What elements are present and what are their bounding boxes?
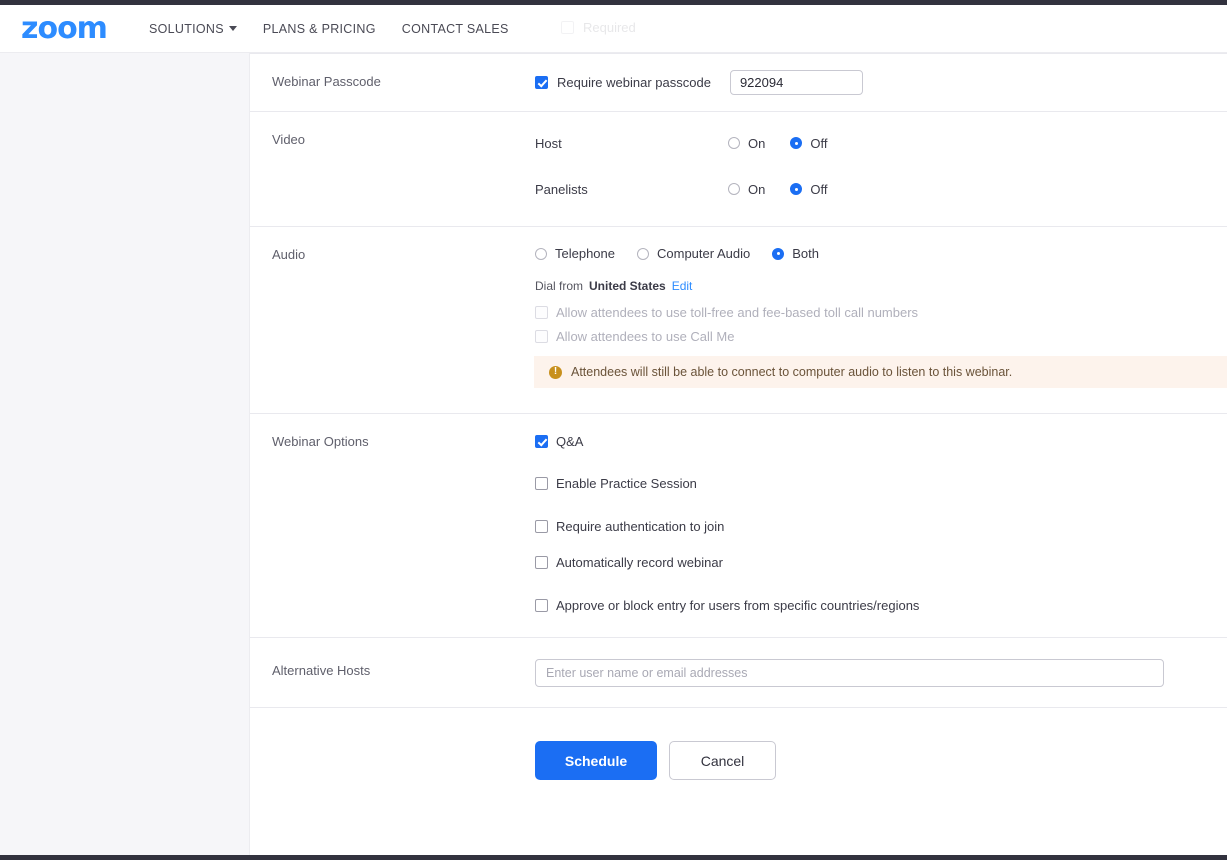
cancel-button[interactable]: Cancel (669, 741, 776, 780)
webinar-option-practice-session[interactable]: Enable Practice Session (535, 476, 1227, 491)
audio-type-choices: Telephone Computer Audio Both (535, 246, 1227, 261)
radio-icon[interactable] (637, 247, 649, 260)
video-panelists-choices: On Off (728, 182, 827, 197)
left-sidebar (0, 53, 250, 855)
dial-from-country: United States (589, 279, 666, 293)
nav-item-plans-pricing-label: PLANS & PRICING (262, 21, 376, 36)
main-content: Webinar Passcode Require webinar passcod… (250, 53, 1227, 855)
allow-toll-free-label: Allow attendees to use toll-free and fee… (556, 305, 919, 320)
checkbox-icon (535, 330, 548, 343)
radio-icon[interactable] (790, 137, 803, 149)
zoom-logo[interactable]: zoom (21, 13, 108, 44)
radio-icon[interactable] (790, 183, 803, 195)
webinar-option-require-authentication-label: Require authentication to join (556, 519, 725, 534)
audio-sub-options: Allow attendees to use toll-free and fee… (535, 305, 1227, 344)
primary-nav: SOLUTIONS PLANS & PRICING CONTACT SALES (149, 22, 509, 36)
nav-item-solutions[interactable]: SOLUTIONS (149, 22, 237, 36)
nav-item-solutions-label: SOLUTIONS (148, 21, 224, 36)
checkbox-icon[interactable] (535, 435, 548, 448)
browser-chrome-bottom-bar (0, 855, 1227, 860)
section-label-webinar-passcode: Webinar Passcode (272, 74, 381, 89)
schedule-button[interactable]: Schedule (535, 741, 657, 780)
passcode-control-row: Require webinar passcode (535, 70, 1227, 95)
webinar-option-practice-session-label: Enable Practice Session (556, 476, 697, 491)
video-panelists-off-option[interactable]: Off (790, 182, 827, 197)
alternative-hosts-body (535, 638, 1227, 707)
dial-from-prefix: Dial from (535, 279, 584, 293)
audio-notice-text: Attendees will still be able to connect … (571, 365, 1013, 379)
checkbox-icon[interactable] (535, 599, 548, 612)
warning-icon (549, 365, 562, 379)
video-body: Host On Off Panelists On Off (535, 112, 1227, 216)
video-host-off-label: Off (810, 135, 828, 151)
audio-option-computer-audio-label: Computer Audio (657, 246, 751, 261)
webinar-option-qa-label: Q&A (556, 434, 584, 449)
checkbox-icon[interactable] (535, 556, 548, 569)
webinar-option-approve-block-countries[interactable]: Approve or block entry for users from sp… (535, 598, 1227, 613)
video-panelists-on-label: On (748, 181, 766, 197)
webinar-option-require-authentication[interactable]: Require authentication to join (535, 519, 1227, 534)
video-panelists-label: Panelists (535, 181, 588, 197)
webinar-option-qa[interactable]: Q&A (535, 434, 1227, 449)
chevron-down-icon (228, 26, 237, 31)
nav-item-contact-sales-label: CONTACT SALES (401, 21, 509, 36)
video-host-off-option[interactable]: Off (790, 136, 827, 151)
allow-toll-free-option: Allow attendees to use toll-free and fee… (535, 305, 1227, 320)
audio-notice-banner: Attendees will still be able to connect … (534, 356, 1227, 388)
section-label-alternative-hosts: Alternative Hosts (272, 663, 371, 678)
site-header: zoom SOLUTIONS PLANS & PRICING CONTACT S… (0, 5, 1227, 53)
audio-option-both-label: Both (792, 246, 819, 261)
video-host-choices: On Off (728, 136, 827, 151)
dial-from-row: Dial from United States Edit (535, 279, 1227, 293)
audio-option-telephone[interactable]: Telephone (535, 246, 615, 261)
nav-item-contact-sales[interactable]: CONTACT SALES (402, 22, 509, 36)
radio-icon[interactable] (535, 247, 547, 260)
audio-option-telephone-label: Telephone (555, 246, 615, 261)
audio-option-computer-audio[interactable]: Computer Audio (637, 246, 750, 261)
webinar-options-body: Q&A Enable Practice Session Require auth… (535, 414, 1227, 637)
video-panelists-on-option[interactable]: On (728, 182, 765, 197)
video-row-host: Host On Off (535, 132, 1227, 154)
allow-call-me-option: Allow attendees to use Call Me (535, 329, 1227, 344)
video-panelists-off-label: Off (810, 181, 828, 197)
radio-icon[interactable] (728, 183, 740, 195)
alternative-hosts-input[interactable] (535, 659, 1164, 687)
actions-label-spacer (272, 708, 535, 800)
video-host-on-label: On (748, 135, 766, 151)
radio-icon[interactable] (772, 247, 785, 260)
section-webinar-passcode: Webinar Passcode Require webinar passcod… (250, 53, 1227, 111)
section-label-audio: Audio (272, 247, 306, 262)
webinar-option-approve-block-countries-label: Approve or block entry for users from sp… (556, 598, 920, 613)
video-host-label: Host (535, 135, 562, 151)
section-audio: Audio Telephone Computer Audio Both Dial… (250, 226, 1227, 413)
actions-body: Schedule Cancel (535, 708, 1227, 800)
require-webinar-passcode-label: Require webinar passcode (557, 75, 711, 90)
audio-body: Telephone Computer Audio Both Dial from … (534, 227, 1227, 413)
checkbox-icon[interactable] (535, 477, 548, 490)
checkbox-icon[interactable] (535, 520, 548, 533)
webinar-passcode-input[interactable] (729, 70, 863, 95)
form-action-buttons: Schedule Cancel (535, 708, 1227, 800)
webinar-passcode-body: Require webinar passcode (535, 54, 1227, 111)
section-video: Video Host On Off Panelists On Off (250, 111, 1227, 226)
dial-from-edit-link[interactable]: Edit (672, 279, 693, 293)
webinar-option-auto-record[interactable]: Automatically record webinar (535, 555, 1227, 570)
video-host-on-option[interactable]: On (728, 136, 765, 151)
allow-call-me-label: Allow attendees to use Call Me (556, 329, 735, 344)
section-label-video: Video (272, 132, 306, 147)
require-webinar-passcode-checkbox[interactable] (535, 76, 548, 89)
radio-icon[interactable] (728, 137, 740, 149)
webinar-option-auto-record-label: Automatically record webinar (556, 555, 723, 570)
nav-item-plans-pricing[interactable]: PLANS & PRICING (263, 22, 376, 36)
checkbox-icon (535, 306, 548, 319)
video-row-panelists: Panelists On Off (535, 178, 1227, 200)
section-alternative-hosts: Alternative Hosts (250, 637, 1227, 707)
zoom-schedule-webinar-page: zoom SOLUTIONS PLANS & PRICING CONTACT S… (0, 0, 1227, 860)
audio-option-both[interactable]: Both (772, 246, 819, 261)
section-webinar-options: Webinar Options Q&A Enable Practice Sess… (250, 413, 1227, 637)
section-actions: Schedule Cancel (250, 707, 1227, 800)
audio-spacer (535, 388, 1227, 413)
section-label-webinar-options: Webinar Options (272, 434, 369, 449)
